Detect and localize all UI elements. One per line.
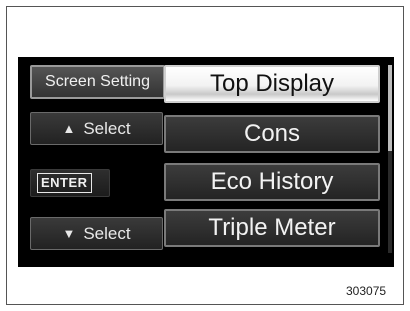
menu-item-cons[interactable]: Cons (164, 115, 380, 153)
screen-setting-label: Screen Setting (45, 73, 150, 90)
menu-item-eco-history[interactable]: Eco History (164, 163, 380, 201)
menu-item-label: Eco History (210, 168, 334, 195)
screen-setting-button[interactable]: Screen Setting (30, 65, 165, 99)
display-screen: Screen Setting ▲ Select ENTER ▼ Select T… (18, 57, 394, 267)
menu-item-label: Triple Meter (208, 214, 336, 241)
menu-item-label: Top Display (209, 70, 335, 97)
enter-button[interactable]: ENTER (30, 169, 110, 197)
select-down-button[interactable]: ▼ Select (30, 217, 163, 250)
select-up-label: Select (83, 118, 131, 138)
menu-item-label: Cons (243, 120, 301, 147)
figure-code: 303075 (346, 284, 387, 298)
triangle-down-icon: ▼ (62, 226, 76, 241)
select-down-label: Select (83, 223, 131, 243)
menu-scrollbar[interactable] (388, 65, 392, 253)
enter-label: ENTER (37, 173, 92, 193)
menu-item-triple-meter[interactable]: Triple Meter (164, 209, 380, 247)
menu-item-top-display[interactable]: Top Display (164, 65, 380, 103)
select-up-button[interactable]: ▲ Select (30, 112, 163, 145)
scrollbar-thumb[interactable] (388, 65, 392, 151)
triangle-up-icon: ▲ (62, 121, 76, 136)
